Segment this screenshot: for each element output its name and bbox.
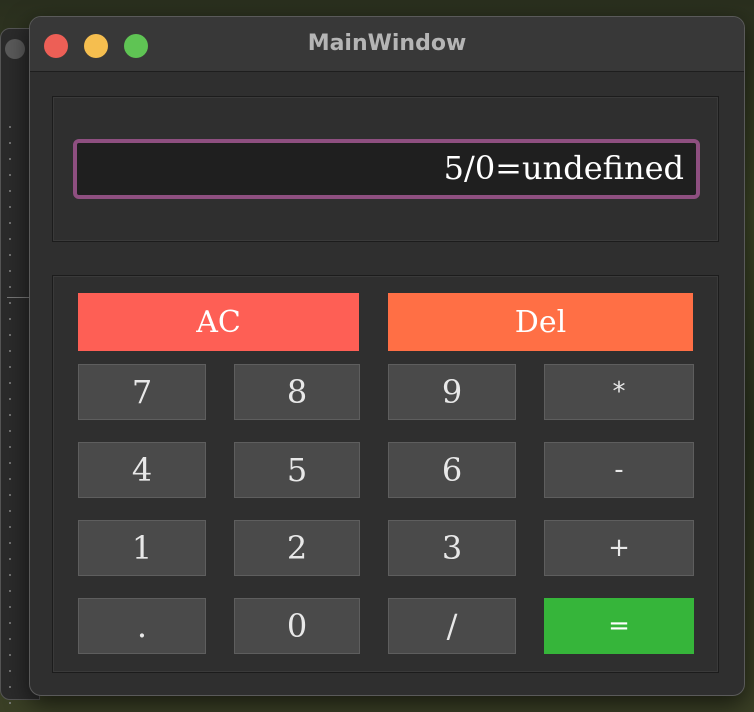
background-window-dots [9, 119, 11, 712]
digit-4-button[interactable]: 4 [78, 442, 206, 498]
digit-9-button[interactable]: 9 [388, 364, 516, 420]
digit-7-button[interactable]: 7 [78, 364, 206, 420]
multiply-button[interactable]: * [544, 364, 694, 420]
display-group: 5/0=undefined [52, 96, 719, 242]
clear-all-button[interactable]: AC [78, 293, 359, 351]
digit-6-button[interactable]: 6 [388, 442, 516, 498]
equals-button[interactable]: = [544, 598, 694, 654]
digit-8-button[interactable]: 8 [234, 364, 360, 420]
subtract-button[interactable]: - [544, 442, 694, 498]
divide-button[interactable]: / [388, 598, 516, 654]
keypad-group: AC Del 7 8 9 * 4 5 6 - 1 2 3 + . 0 / = [52, 275, 719, 673]
window-title: MainWindow [307, 31, 467, 56]
calculator-display[interactable]: 5/0=undefined [73, 139, 700, 199]
digit-5-button[interactable]: 5 [234, 442, 360, 498]
add-button[interactable]: + [544, 520, 694, 576]
background-window-button [5, 39, 25, 59]
digit-3-button[interactable]: 3 [388, 520, 516, 576]
decimal-point-button[interactable]: . [78, 598, 206, 654]
digit-1-button[interactable]: 1 [78, 520, 206, 576]
delete-button[interactable]: Del [388, 293, 693, 351]
calculator-window: MainWindow 5/0=undefined AC Del 7 8 9 * … [29, 16, 745, 696]
digit-0-button[interactable]: 0 [234, 598, 360, 654]
title-bar: MainWindow [30, 17, 744, 72]
digit-2-button[interactable]: 2 [234, 520, 360, 576]
